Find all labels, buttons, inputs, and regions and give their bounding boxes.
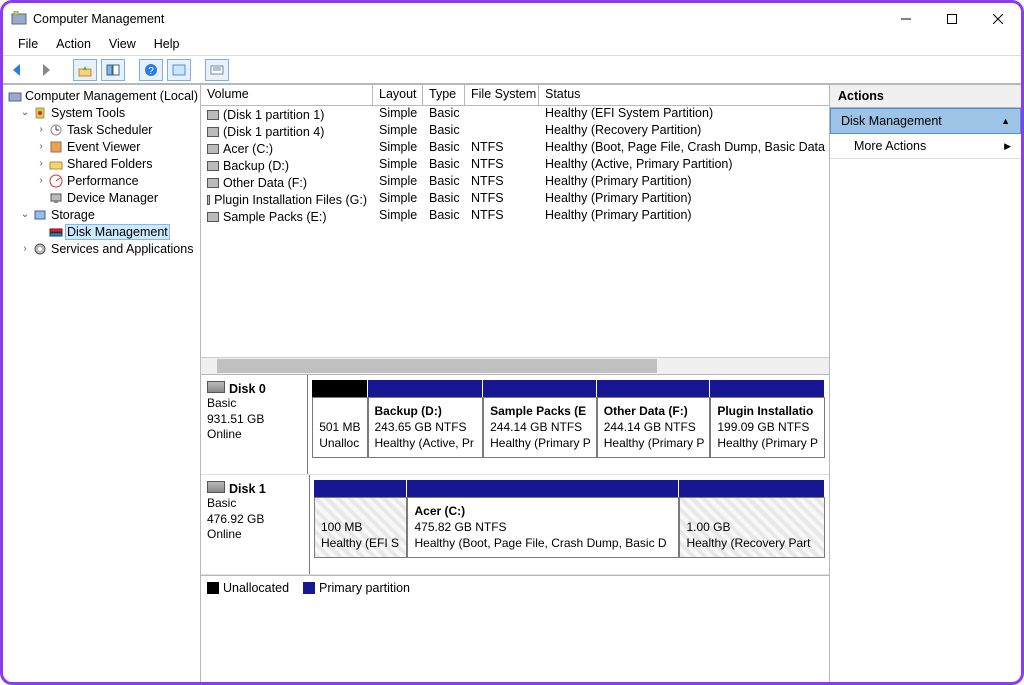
col-type[interactable]: Type: [423, 85, 465, 105]
partition-block[interactable]: 100 MBHealthy (EFI S: [314, 497, 407, 558]
disk-icon: [207, 212, 219, 222]
up-button[interactable]: [73, 59, 97, 81]
help-button[interactable]: ?: [139, 59, 163, 81]
tree-pane: Computer Management (Local) ⌄ System Too…: [3, 84, 201, 682]
col-volume[interactable]: Volume: [201, 85, 373, 105]
tree-services[interactable]: ›Services and Applications: [3, 240, 200, 257]
tree-root[interactable]: Computer Management (Local): [3, 87, 200, 104]
forward-button[interactable]: [35, 59, 59, 81]
disk-drive-icon: [207, 481, 225, 493]
volume-row[interactable]: Other Data (F:)SimpleBasicNTFSHealthy (P…: [201, 174, 829, 191]
partition-block[interactable]: 501 MBUnalloc: [312, 397, 367, 458]
legend: Unallocated Primary partition: [201, 575, 829, 599]
app-icon: [11, 11, 27, 27]
col-layout[interactable]: Layout: [373, 85, 423, 105]
volume-row[interactable]: (Disk 1 partition 4)SimpleBasicHealthy (…: [201, 123, 829, 140]
tree-performance[interactable]: ›Performance: [3, 172, 200, 189]
close-button[interactable]: [975, 3, 1021, 35]
actions-title: Actions: [830, 85, 1021, 108]
actions-pane: Actions Disk Management ▲ More Actions ▶: [829, 84, 1021, 682]
main-pane: Volume Layout Type File System Status (D…: [201, 84, 829, 682]
volume-grid[interactable]: (Disk 1 partition 1)SimpleBasicHealthy (…: [201, 106, 829, 225]
collapse-icon[interactable]: ⌄: [19, 209, 31, 220]
col-status[interactable]: Status: [539, 85, 829, 105]
disk-icon: [207, 195, 210, 205]
volume-row[interactable]: Backup (D:)SimpleBasicNTFSHealthy (Activ…: [201, 157, 829, 174]
minimize-button[interactable]: [883, 3, 929, 35]
volume-row[interactable]: Plugin Installation Files (G:)SimpleBasi…: [201, 191, 829, 208]
tree-event-viewer[interactable]: ›Event Viewer: [3, 138, 200, 155]
volume-row[interactable]: (Disk 1 partition 1)SimpleBasicHealthy (…: [201, 106, 829, 123]
disk-label[interactable]: Disk 1Basic476.92 GBOnline: [201, 475, 310, 574]
legend-unallocated: Unallocated: [223, 581, 289, 595]
tree-storage[interactable]: ⌄Storage: [3, 206, 200, 223]
expand-icon[interactable]: ›: [19, 243, 31, 254]
tree-system-tools[interactable]: ⌄ System Tools: [3, 104, 200, 121]
window-title: Computer Management: [33, 12, 164, 26]
title-bar: Computer Management: [3, 3, 1021, 35]
menu-bar: File Action View Help: [3, 35, 1021, 56]
tree-device-manager[interactable]: Device Manager: [3, 189, 200, 206]
back-button[interactable]: [7, 59, 31, 81]
disk-label[interactable]: Disk 0Basic931.51 GBOnline: [201, 375, 308, 474]
horizontal-scrollbar[interactable]: [201, 357, 829, 374]
partition-block[interactable]: Plugin Installatio199.09 GB NTFSHealthy …: [710, 397, 825, 458]
expand-icon[interactable]: ›: [35, 158, 47, 169]
scrollbar-thumb[interactable]: [217, 359, 657, 373]
menu-view[interactable]: View: [100, 35, 145, 55]
menu-file[interactable]: File: [9, 35, 47, 55]
partition-block[interactable]: Backup (D:)243.65 GB NTFSHealthy (Active…: [368, 397, 484, 458]
tree-shared-folders[interactable]: ›Shared Folders: [3, 155, 200, 172]
disk-icon: [207, 127, 219, 137]
refresh-button[interactable]: [167, 59, 191, 81]
partition-block[interactable]: Other Data (F:)244.14 GB NTFSHealthy (Pr…: [597, 397, 711, 458]
disk-icon: [207, 161, 219, 171]
expand-icon[interactable]: ›: [35, 175, 47, 186]
expand-icon[interactable]: ›: [35, 124, 47, 135]
disk-icon: [207, 110, 219, 120]
disk-row: Disk 0Basic931.51 GBOnline 501 MBUnalloc…: [201, 375, 829, 475]
partition-block[interactable]: Sample Packs (E244.14 GB NTFSHealthy (Pr…: [483, 397, 597, 458]
maximize-button[interactable]: [929, 3, 975, 35]
collapse-icon[interactable]: ⌄: [19, 107, 31, 118]
svg-text:?: ?: [148, 66, 154, 77]
disk-drive-icon: [207, 381, 225, 393]
disk-row: Disk 1Basic476.92 GBOnline 100 MBHealthy…: [201, 475, 829, 575]
menu-help[interactable]: Help: [145, 35, 189, 55]
col-fs[interactable]: File System: [465, 85, 539, 105]
tree-task-scheduler[interactable]: ›Task Scheduler: [3, 121, 200, 138]
settings-button[interactable]: [205, 59, 229, 81]
partition-block[interactable]: Acer (C:)475.82 GB NTFSHealthy (Boot, Pa…: [407, 497, 679, 558]
submenu-icon: ▶: [1004, 141, 1011, 152]
actions-more[interactable]: More Actions ▶: [830, 134, 1021, 159]
menu-action[interactable]: Action: [47, 35, 100, 55]
disk-icon: [207, 178, 219, 188]
tree-disk-management[interactable]: Disk Management: [3, 223, 200, 240]
volume-grid-header: Volume Layout Type File System Status: [201, 85, 829, 106]
expand-icon[interactable]: ›: [35, 141, 47, 152]
volume-row[interactable]: Sample Packs (E:)SimpleBasicNTFSHealthy …: [201, 208, 829, 225]
legend-primary: Primary partition: [319, 581, 410, 595]
actions-disk-management[interactable]: Disk Management ▲: [830, 108, 1021, 134]
collapse-icon: ▲: [1001, 116, 1010, 126]
partition-block[interactable]: 1.00 GBHealthy (Recovery Part: [679, 497, 825, 558]
disk-diagram: Disk 0Basic931.51 GBOnline 501 MBUnalloc…: [201, 374, 829, 575]
volume-row[interactable]: Acer (C:)SimpleBasicNTFSHealthy (Boot, P…: [201, 140, 829, 157]
disk-icon: [207, 144, 219, 154]
show-hide-tree-button[interactable]: [101, 59, 125, 81]
toolbar: ?: [3, 56, 1021, 84]
